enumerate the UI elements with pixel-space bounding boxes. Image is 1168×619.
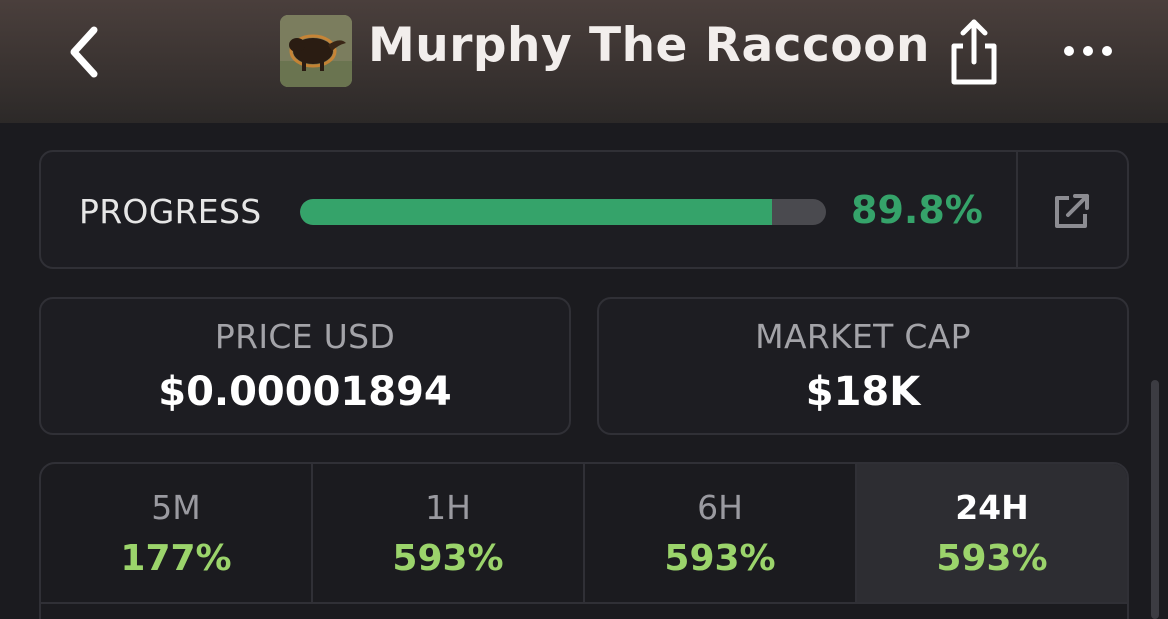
market-cap-value: $18K <box>805 369 921 415</box>
timeframe-change: 593% <box>664 538 776 579</box>
timeframe-tab-5m[interactable]: 5M 177% <box>41 464 313 604</box>
progress-bar-fill <box>300 199 773 225</box>
timeframe-label: 6H <box>697 488 743 527</box>
progress-value: 89.8% <box>851 188 983 232</box>
back-button[interactable] <box>62 22 106 82</box>
price-usd-value: $0.00001894 <box>158 369 452 415</box>
more-horizontal-icon <box>1064 46 1112 56</box>
scrollbar[interactable] <box>1151 380 1159 619</box>
progress-card: PROGRESS 89.8% <box>39 150 1129 269</box>
divider <box>1016 152 1018 267</box>
progress-label: PROGRESS <box>79 192 262 231</box>
timeframe-selector: 5M 177% 1H 593% 6H 593% 24H 593% <box>39 462 1129 619</box>
chevron-left-icon <box>70 26 98 78</box>
market-cap-label: MARKET CAP <box>755 317 971 356</box>
timeframe-tab-1h[interactable]: 1H 593% <box>313 464 585 604</box>
timeframe-label: 1H <box>425 488 471 527</box>
timeframe-label: 24H <box>955 488 1029 527</box>
header-bar: Murphy The Raccoon <box>0 0 1168 123</box>
share-button[interactable] <box>944 16 1004 88</box>
timeframe-tab-24h[interactable]: 24H 593% <box>857 464 1127 604</box>
timeframe-label: 5M <box>151 488 201 527</box>
raccoon-photo <box>280 15 352 87</box>
price-usd-card: PRICE USD $0.00001894 <box>39 297 571 435</box>
token-avatar <box>280 15 352 87</box>
timeframe-change: 593% <box>936 538 1048 579</box>
external-link-button[interactable] <box>1051 190 1093 232</box>
token-title: Murphy The Raccoon <box>368 18 930 73</box>
timeframe-tab-6h[interactable]: 6H 593% <box>585 464 857 604</box>
progress-bar <box>300 199 826 225</box>
timeframe-change: 593% <box>392 538 504 579</box>
market-cap-card: MARKET CAP $18K <box>597 297 1129 435</box>
more-options-button[interactable] <box>1060 38 1116 64</box>
divider <box>41 602 1127 604</box>
share-icon <box>951 19 997 85</box>
external-link-icon <box>1055 194 1089 228</box>
timeframe-change: 177% <box>120 538 232 579</box>
price-usd-label: PRICE USD <box>214 317 396 356</box>
